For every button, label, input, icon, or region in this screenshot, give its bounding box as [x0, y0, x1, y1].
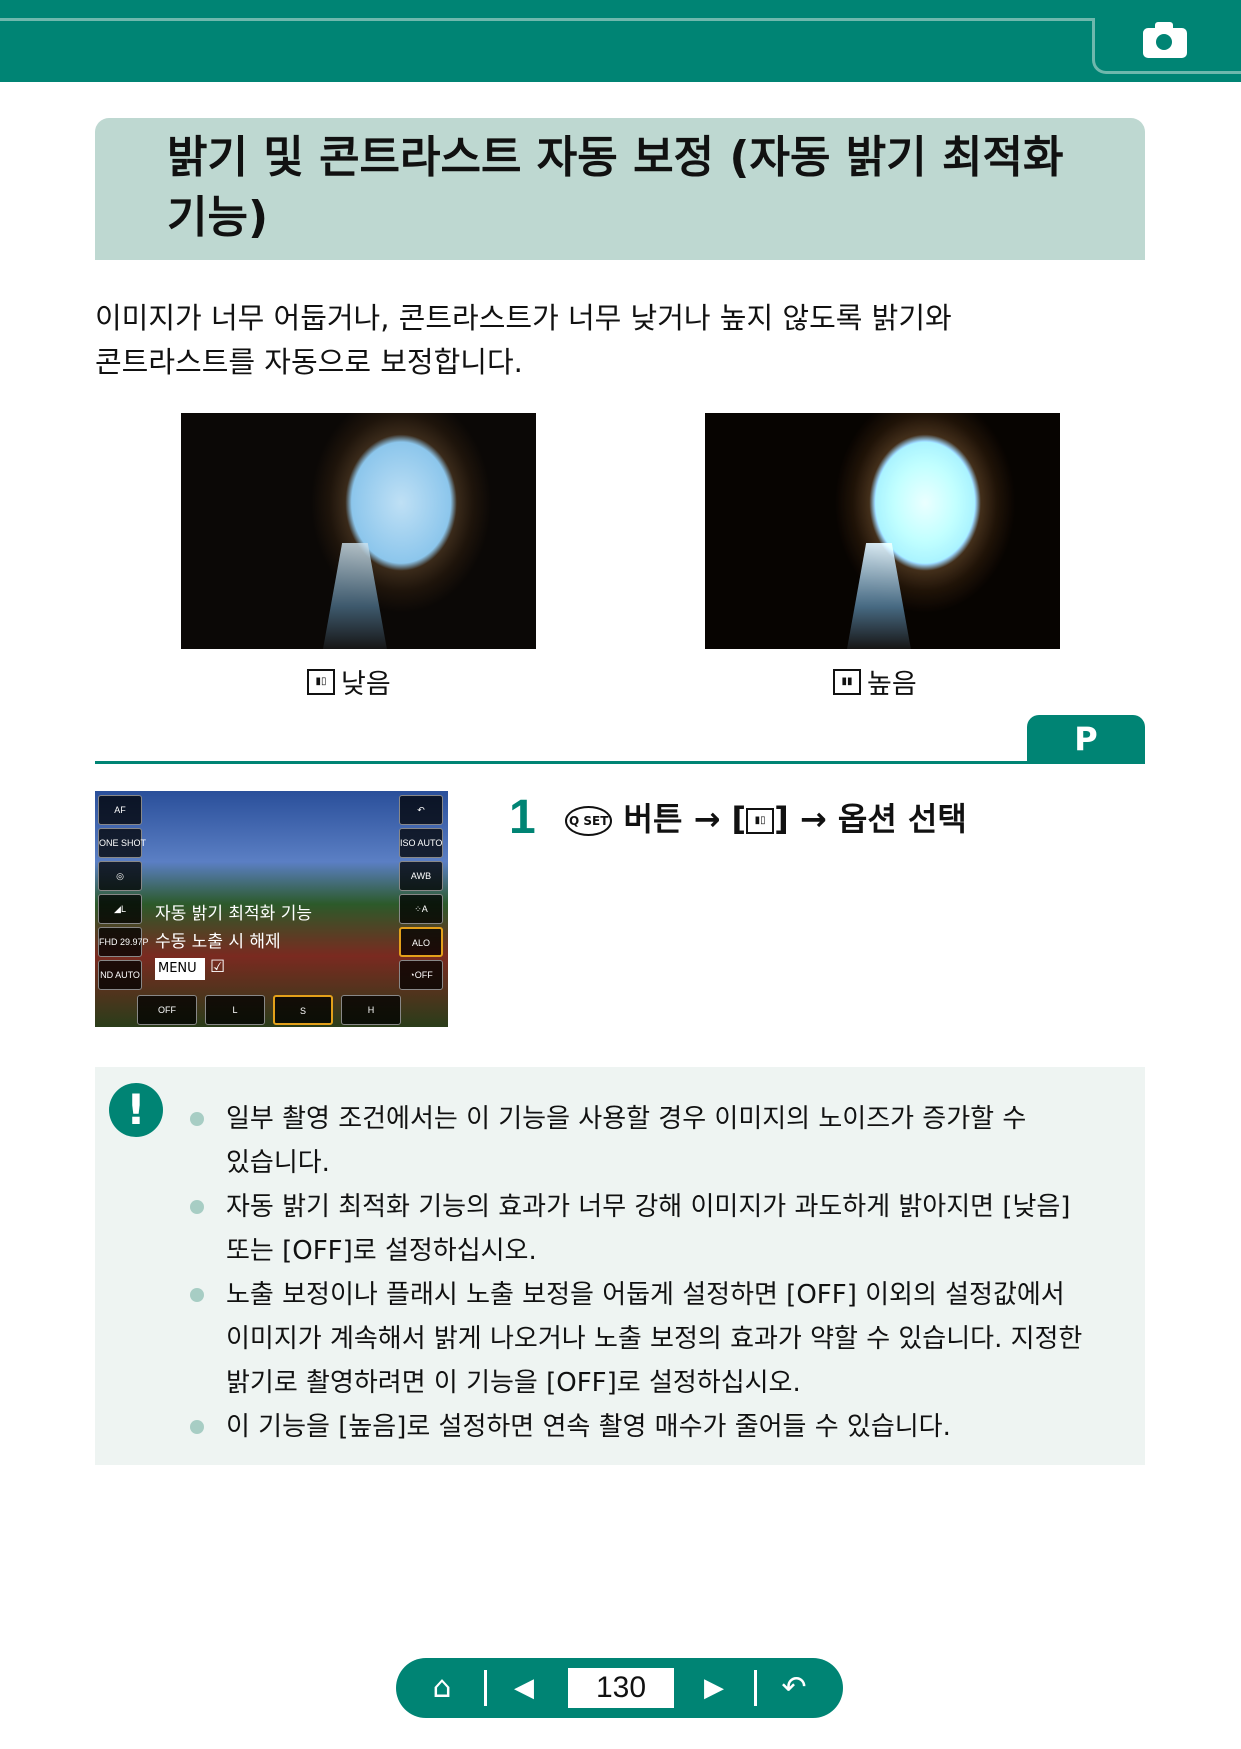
camera-icon [1143, 22, 1187, 58]
alo-icon: ▮▯ [746, 808, 775, 834]
example-photo-high [705, 413, 1060, 649]
note-item: 자동 밝기 최적화 기능의 효과가 너무 강해 이미지가 과도하게 밝아지면 [… [190, 1185, 1106, 1273]
camera-screen: AF ONE SHOT ◎ ◢L FHD 29.97P ND AUTO ↶ IS… [95, 791, 448, 1027]
step-text: 옵션 선택 [837, 800, 967, 838]
check-icon: ☑ [210, 957, 226, 977]
note-item: 이 기능을 [높음]로 설정하면 연속 촬영 매수가 줄어들 수 있습니다. [190, 1405, 1106, 1449]
nd-button: ND AUTO [98, 960, 142, 990]
header-line [0, 18, 1092, 21]
note-item: 노출 보정이나 플래시 노출 보정을 어둡게 설정하면 [OFF] 이외의 설정… [190, 1273, 1106, 1405]
arrow-icon: → [693, 800, 721, 838]
menu-label: MENU [155, 958, 205, 980]
caption-high: ▮▮ 높음 [833, 662, 993, 701]
caution-box: ! 일부 촬영 조건에서는 이 기능을 사용할 경우 이미지의 노이즈가 증가할… [95, 1067, 1145, 1465]
caption-text: 낮음 [341, 669, 391, 700]
header-bar [0, 0, 1241, 82]
step-text: 버튼 [623, 800, 683, 838]
af-button: AF [98, 795, 142, 825]
alo-high-option: H [341, 995, 401, 1025]
back-button: ↶ [399, 795, 443, 825]
picture-style-button: ⁘A [399, 894, 443, 924]
home-icon[interactable]: ⌂ [424, 1658, 460, 1718]
option-label: 자동 밝기 최적화 기능 [155, 904, 312, 924]
alo-low-icon: ▮▯ [307, 668, 335, 695]
movie-size-button: FHD 29.97P [98, 927, 149, 957]
hdr-button: ◔OFF [399, 960, 443, 990]
page-title: 밝기 및 콘트라스트 자동 보정 (자동 밝기 최적화 기능) [95, 118, 1145, 260]
page-navigation: ⌂ ◀ 130 ▶ ↶ [396, 1658, 843, 1718]
quality-button: ◢L [98, 894, 142, 924]
prev-page-button[interactable]: ◀ [506, 1658, 542, 1718]
caption-text: 높음 [867, 669, 917, 700]
metering-button: ◎ [98, 861, 142, 891]
page-number[interactable]: 130 [568, 1668, 674, 1708]
divider [95, 761, 1145, 764]
intro-text: 이미지가 너무 어둡거나, 콘트라스트가 너무 낮거나 높지 않도록 밝기와 콘… [95, 301, 952, 379]
alo-low-option: L [205, 995, 265, 1025]
iso-button: ISO AUTO [399, 828, 443, 858]
note-item: 일부 촬영 조건에서는 이 기능을 사용할 경우 이미지의 노이즈가 증가할 수… [190, 1097, 1106, 1185]
mode-tab: P [1027, 715, 1145, 764]
alo-standard-option: S [273, 995, 333, 1025]
next-page-button[interactable]: ▶ [696, 1658, 732, 1718]
divider [484, 1670, 487, 1706]
alo-off-option: OFF [137, 995, 197, 1025]
divider [754, 1670, 757, 1706]
option-sub: 수동 노출 시 해제 [155, 932, 281, 952]
alo-high-icon: ▮▮ [833, 668, 861, 695]
step-instruction: Q SET 버튼 → [▮▯] → 옵션 선택 [565, 797, 1125, 843]
arrow-icon: → [799, 800, 827, 838]
wb-button: AWB [399, 861, 443, 891]
example-photo-low [181, 413, 536, 649]
step-number: 1 [509, 791, 536, 844]
oneshot-button: ONE SHOT [98, 828, 146, 858]
camera-tab[interactable] [1092, 18, 1241, 74]
caption-low: ▮▯ 낮음 [307, 662, 467, 701]
caution-icon: ! [109, 1083, 163, 1137]
alo-button: ALO [399, 927, 443, 957]
q-set-icon: Q SET [565, 806, 613, 836]
back-icon[interactable]: ↶ [774, 1658, 814, 1718]
